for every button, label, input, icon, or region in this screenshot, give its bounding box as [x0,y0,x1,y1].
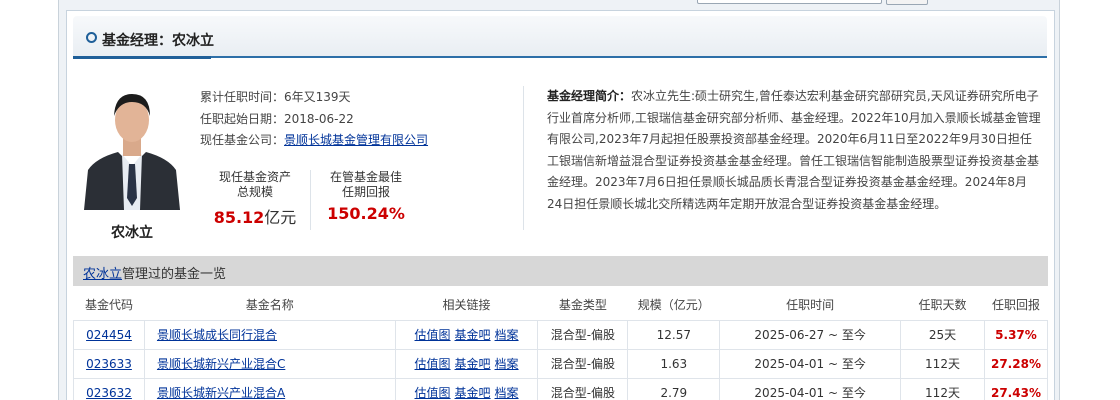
fund-type-cell: 混合型-偏股 [537,319,629,350]
fund-name-cell: 景顺长城新兴产业混合A [143,377,396,400]
table-header-row: 基金代码 基金名称 相关链接 基金类型 规模（亿元） 任职时间 任职天数 任职回… [73,290,1048,321]
fund-forum-link[interactable]: 基金吧 [455,357,491,371]
fund-type-cell: 混合型-偏股 [537,348,629,379]
fund-forum-link[interactable]: 基金吧 [455,328,491,342]
column-header: 任职回报 [984,290,1048,321]
fund-name-cell: 景顺长城成长同行混合 [143,319,396,350]
fund-list-header: 农冰立管理过的基金一览 [73,256,1048,286]
total-assets-label-1: 现任基金资产 [218,170,291,184]
fund-scale-cell: 2.79 [627,377,721,400]
bio-label: 基金经理简介： [547,89,632,103]
fund-name-link[interactable]: 景顺长城成长同行混合 [157,328,277,342]
search-input[interactable] [697,0,882,4]
best-return-stat: 在管基金最佳 任期回报 150.24% [311,170,421,223]
manager-photo [82,88,182,210]
manager-name-link[interactable]: 农冰立 [83,267,122,282]
fund-name-cell: 景顺长城新兴产业混合C [143,348,396,379]
fund-links-cell: 估值图 基金吧 档案 [394,319,539,350]
fund-return-cell: 27.43% [983,377,1049,400]
fund-code-cell: 023632 [73,377,145,400]
search-button[interactable] [886,0,928,5]
fund-code-cell: 024454 [73,319,145,350]
fund-period-cell: 2025-04-01 ~ 至今 [719,377,902,400]
fund-return-cell: 5.37% [983,319,1049,350]
column-header: 相关链接 [395,290,538,321]
fund-profile-link[interactable]: 档案 [495,357,519,371]
best-return-label-2: 任期回报 [341,185,390,199]
company-row: 现任基金公司：景顺长城基金管理有限公司 [200,131,428,148]
column-header: 基金名称 [144,290,396,321]
tenure-row: 累计任职时间：6年又139天 [200,88,351,105]
total-assets-value: 85.12 [213,208,265,227]
manager-portrait-icon [82,88,182,210]
company-link[interactable]: 景顺长城基金管理有限公司 [284,133,428,147]
total-assets-value-row: 85.12亿元 [200,204,310,228]
manager-name: 农冰立 [111,225,153,241]
fund-return-cell: 27.28% [983,348,1049,379]
best-return-label-1: 在管基金最佳 [329,170,402,184]
total-assets-label-2: 总规模 [236,185,273,199]
manager-bio: 基金经理简介：农冰立先生:硕士研究生,曾任泰达宏利基金研究部研究员,天风证券研究… [547,86,1042,215]
page-title: 基金经理：农冰立 [102,33,214,49]
column-header: 任职时间 [719,290,901,321]
fund-days-cell: 112天 [900,348,985,379]
circle-bullet-icon [86,32,97,43]
fund-code-link[interactable]: 024454 [86,328,132,342]
fund-code-cell: 023633 [73,348,145,379]
tenure-label: 累计任职时间： [200,90,285,104]
fund-scale-cell: 1.63 [627,348,721,379]
fund-code-link[interactable]: 023632 [86,386,132,400]
fund-profile-link[interactable]: 档案 [495,386,519,400]
total-assets-stat: 现任基金资产 总规模 85.12亿元 [200,170,310,228]
table-row: 023633 景顺长城新兴产业混合C 估值图 基金吧 档案 混合型-偏股 1.63 … [73,348,1049,379]
fund-links-cell: 估值图 基金吧 档案 [394,348,539,379]
section-divider [523,86,524,230]
valuation-chart-link[interactable]: 估值图 [415,386,451,400]
start-date-value: 2018-06-22 [284,112,354,126]
table-row: 024454 景顺长城成长同行混合 估值图 基金吧 档案 混合型-偏股 12.57 … [73,319,1049,350]
fund-table: 基金代码 基金名称 相关链接 基金类型 规模（亿元） 任职时间 任职天数 任职回… [73,290,1049,400]
valuation-chart-link[interactable]: 估值图 [415,328,451,342]
tenure-value: 6年又139天 [284,90,351,104]
fund-forum-link[interactable]: 基金吧 [455,386,491,400]
fund-code-link[interactable]: 023633 [86,357,132,371]
column-header: 任职天数 [900,290,985,321]
fund-name-link[interactable]: 景顺长城新兴产业混合C [157,357,285,371]
company-label: 现任基金公司： [200,133,285,147]
fund-list-title-text: 管理过的基金一览 [122,267,227,282]
fund-period-cell: 2025-04-01 ~ 至今 [719,348,902,379]
section-header: 基金经理：农冰立 [73,16,1047,58]
column-header: 基金类型 [537,290,628,321]
total-assets-unit: 亿元 [264,208,297,227]
table-row: 023632 景顺长城新兴产业混合A 估值图 基金吧 档案 混合型-偏股 2.79 … [73,377,1049,400]
fund-links-cell: 估值图 基金吧 档案 [394,377,539,400]
fund-period-cell: 2025-06-27 ~ 至今 [719,319,902,350]
fund-name-link[interactable]: 景顺长城新兴产业混合A [157,386,285,400]
header-underline [73,56,211,59]
best-return-value: 150.24% [327,204,405,223]
start-date-row: 任职起始日期：2018-06-22 [200,110,354,127]
fund-list-title: 农冰立管理过的基金一览 [83,263,226,282]
fund-type-cell: 混合型-偏股 [537,377,629,400]
fund-days-cell: 25天 [900,319,985,350]
fund-days-cell: 112天 [900,377,985,400]
bio-text: 农冰立先生:硕士研究生,曾任泰达宏利基金研究部研究员,天风证券研究所电子行业首席… [547,89,1041,211]
column-header: 基金代码 [73,290,145,321]
fund-scale-cell: 12.57 [627,319,721,350]
valuation-chart-link[interactable]: 估值图 [415,357,451,371]
fund-profile-link[interactable]: 档案 [495,328,519,342]
column-header: 规模（亿元） [627,290,720,321]
start-date-label: 任职起始日期： [200,112,285,126]
